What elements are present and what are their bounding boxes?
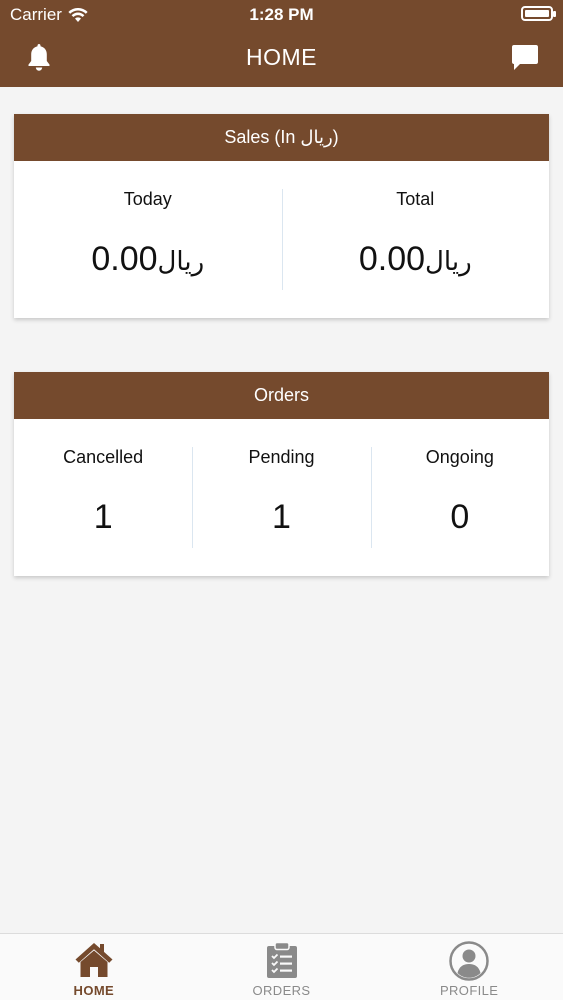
chat-icon[interactable] <box>511 44 539 71</box>
orders-cancelled[interactable]: Cancelled 1 <box>14 419 192 576</box>
status-time: 1:28 PM <box>249 5 314 24</box>
tab-profile[interactable]: PROFILE <box>375 934 563 1000</box>
orders-pending[interactable]: Pending 1 <box>192 419 370 576</box>
tab-home[interactable]: HOME <box>0 934 188 1000</box>
orders-cancelled-count: 1 <box>93 498 113 536</box>
orders-ongoing[interactable]: Ongoing 0 <box>370 419 549 576</box>
orders-card-body: Cancelled 1 Pending 1 Ongoing 0 <box>14 419 549 576</box>
clipboard-list-icon <box>266 941 297 978</box>
sales-today: Today 0.00ريال <box>14 161 282 318</box>
tab-orders[interactable]: ORDERS <box>188 934 376 1000</box>
tab-profile-label: PROFILE <box>439 983 499 998</box>
tab-bar: HOME ORDERS PROFILE <box>0 933 563 1000</box>
sales-today-label: Today <box>123 189 172 209</box>
sales-card-title: Sales (In ريال) <box>14 114 549 161</box>
sales-total-value: 0.00ريال <box>282 240 550 279</box>
orders-cancelled-label: Cancelled <box>63 447 144 467</box>
orders-ongoing-label: Ongoing <box>425 447 494 467</box>
orders-card-title: Orders <box>14 372 549 419</box>
orders-pending-count: 1 <box>272 498 291 536</box>
home-icon <box>75 943 113 977</box>
page-title: HOME <box>246 44 317 70</box>
battery-icon <box>521 6 556 21</box>
sales-card-body: Today 0.00ريال Total 0.00ريال <box>14 161 549 318</box>
sales-total-label: Total <box>396 189 435 209</box>
sales-total-currency: ريال <box>425 247 472 277</box>
orders-ongoing-count: 0 <box>450 498 470 536</box>
sales-today-amount: 0.00 <box>91 240 158 278</box>
status-bar: Carrier 1:28 PM <box>0 0 563 30</box>
sales-total-amount: 0.00 <box>358 240 426 278</box>
sales-today-currency: ريال <box>157 247 205 277</box>
top-nav-bar: Carrier 1:28 PM HOME <box>0 0 563 87</box>
tab-home-label: HOME <box>73 983 115 998</box>
sales-today-value: 0.00ريال <box>14 240 282 279</box>
user-circle-icon <box>449 941 489 981</box>
tab-orders-label: ORDERS <box>252 983 311 998</box>
orders-card: Orders Cancelled 1 Pending 1 Ongoing 0 <box>14 372 549 576</box>
sales-card: Sales (In ريال) Today 0.00ريال Total 0.0… <box>14 114 549 318</box>
orders-pending-label: Pending <box>248 447 315 467</box>
sales-total: Total 0.00ريال <box>281 161 550 318</box>
